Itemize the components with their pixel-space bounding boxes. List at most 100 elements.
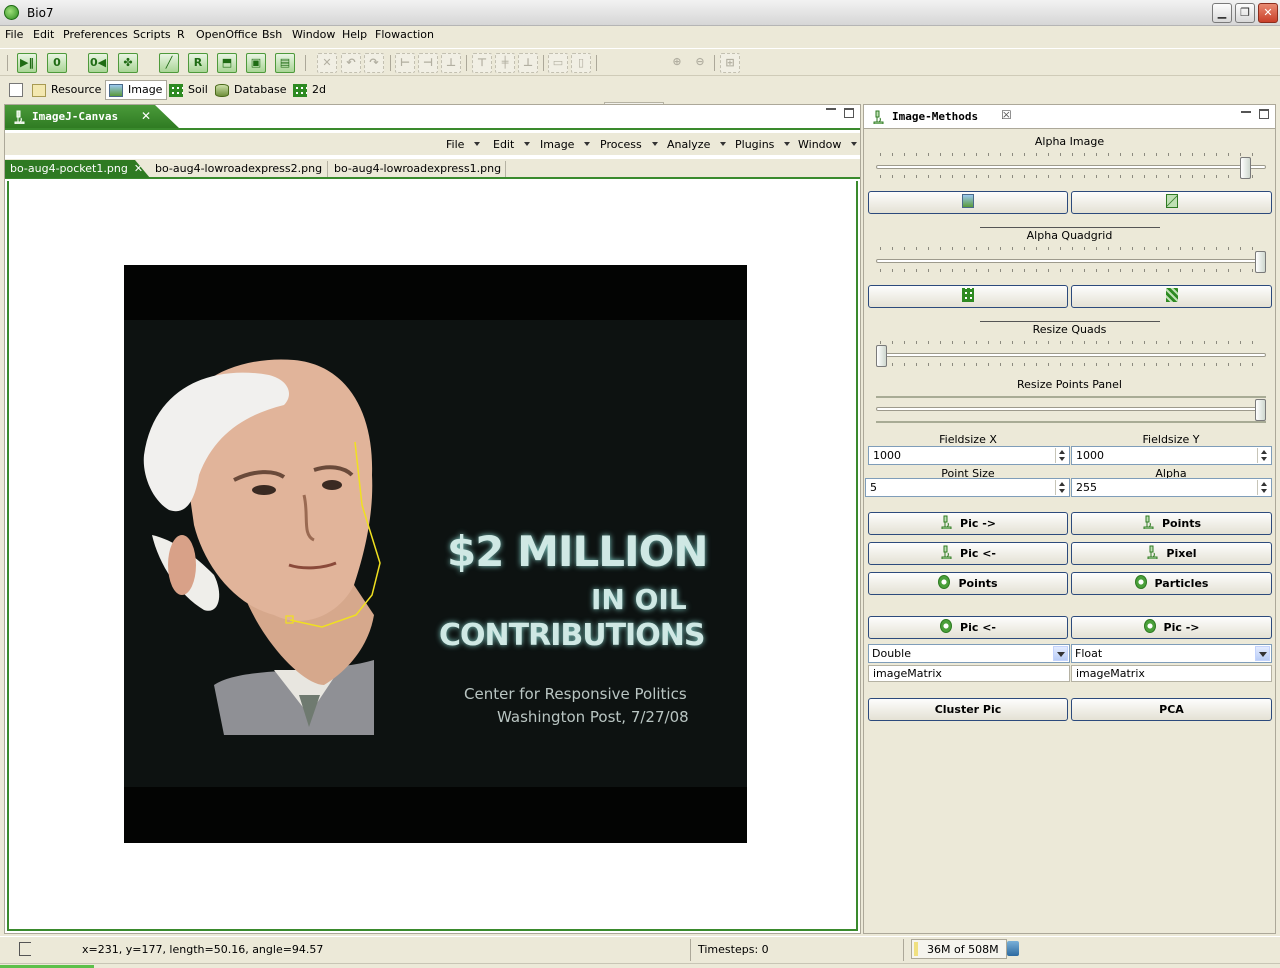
- alpha-spinner[interactable]: 255: [1071, 478, 1272, 497]
- r-zero-icon[interactable]: 0: [47, 53, 67, 73]
- close-icon[interactable]: ✕: [134, 162, 143, 175]
- play-pause-icon[interactable]: ▶‖: [17, 53, 37, 73]
- tab-image-methods[interactable]: Image-Methods ☒: [864, 105, 1275, 129]
- match-height-icon[interactable]: ▭: [548, 53, 568, 73]
- ij-menu-edit[interactable]: Edit: [493, 138, 531, 151]
- ij-menu-window[interactable]: Window: [798, 138, 858, 151]
- resize-points-slider[interactable]: [876, 396, 1266, 423]
- fieldsize-x-spinner[interactable]: 1000: [868, 446, 1070, 465]
- match-width-icon[interactable]: ▯: [571, 53, 591, 73]
- line-icon[interactable]: ╱: [159, 53, 179, 73]
- image-tab-lowroadexpress1[interactable]: bo-aug4-lowroadexpress1.png: [329, 160, 501, 178]
- pca-button[interactable]: PCA: [1071, 698, 1272, 721]
- delete-icon[interactable]: ✕: [317, 53, 337, 73]
- pic-to-button[interactable]: Pic ->: [868, 512, 1068, 535]
- chevron-down-icon[interactable]: [1255, 646, 1270, 661]
- type-right-select[interactable]: Float: [1071, 644, 1272, 663]
- print-icon[interactable]: ▤: [275, 53, 295, 73]
- spinner-arrows-icon[interactable]: [1257, 448, 1270, 463]
- fast-view-icon[interactable]: [19, 942, 31, 956]
- tab-imagej-canvas[interactable]: ImageJ-Canvas ✕: [5, 105, 180, 129]
- zoom-out-icon[interactable]: ⊖: [690, 53, 710, 73]
- matrix-left-field[interactable]: imageMatrix: [868, 665, 1070, 682]
- ij-menu-process[interactable]: Process: [600, 138, 658, 151]
- menu-openoffice[interactable]: OpenOffice: [196, 28, 258, 41]
- show-quadgrid-button[interactable]: [868, 285, 1068, 308]
- menu-window[interactable]: Window: [292, 28, 335, 41]
- menu-r[interactable]: R: [177, 28, 185, 41]
- points-button[interactable]: Points: [1071, 512, 1272, 535]
- trash-icon[interactable]: [1007, 941, 1019, 956]
- slider-thumb[interactable]: [1255, 399, 1266, 421]
- slider-thumb[interactable]: [876, 345, 887, 367]
- menu-flowaction[interactable]: Flowaction: [375, 28, 434, 41]
- image-canvas[interactable]: $2 MILLION IN OIL CONTRIBUTIONS Center f…: [7, 181, 858, 931]
- alpha-quadgrid-slider[interactable]: [876, 247, 1266, 275]
- point-size-spinner[interactable]: 5: [865, 478, 1070, 497]
- r-particles-button[interactable]: Particles: [1071, 572, 1272, 595]
- pixel-button[interactable]: Pixel: [1071, 542, 1272, 565]
- perspective-database[interactable]: Database: [211, 80, 292, 100]
- spinner-arrows-icon[interactable]: [1055, 448, 1068, 463]
- image-tab-pocket1[interactable]: bo-aug4-pocket1.png ✕: [5, 160, 150, 178]
- perspective-2d[interactable]: 2d: [289, 80, 331, 100]
- redo-icon[interactable]: ↷: [364, 53, 384, 73]
- align-bottom-icon[interactable]: ⊥: [518, 53, 538, 73]
- displayed-image[interactable]: $2 MILLION IN OIL CONTRIBUTIONS Center f…: [124, 265, 747, 843]
- menu-preferences[interactable]: Preferences: [63, 28, 128, 41]
- minimize-view-icon[interactable]: [826, 108, 836, 110]
- alpha-image-slider[interactable]: [876, 153, 1266, 181]
- align-right-icon[interactable]: ⊥: [441, 53, 461, 73]
- hide-quadgrid-button[interactable]: [1071, 285, 1272, 308]
- close-icon[interactable]: ☒: [1001, 108, 1012, 122]
- export-icon[interactable]: ⬒: [217, 53, 237, 73]
- maximize-view-icon[interactable]: [844, 108, 854, 118]
- spinner-arrows-icon[interactable]: [1257, 480, 1270, 495]
- save-icon[interactable]: ▣: [246, 53, 266, 73]
- pic-from-button[interactable]: Pic <-: [868, 542, 1068, 565]
- r-pic-from-button[interactable]: Pic <-: [868, 616, 1068, 639]
- align-middle-icon[interactable]: ╪: [495, 53, 515, 73]
- menu-edit[interactable]: Edit: [33, 28, 54, 41]
- spinner-arrows-icon[interactable]: [1055, 480, 1068, 495]
- ij-menu-plugins[interactable]: Plugins: [735, 138, 791, 151]
- r-pic-to-button[interactable]: Pic ->: [1071, 616, 1272, 639]
- matrix-right-field[interactable]: imageMatrix: [1071, 665, 1272, 682]
- r-script-icon[interactable]: R: [188, 53, 208, 73]
- zoom-in-icon[interactable]: ⊕: [667, 53, 687, 73]
- ij-menu-analyze[interactable]: Analyze: [667, 138, 727, 151]
- align-left-icon[interactable]: ⊢: [395, 53, 415, 73]
- chevron-down-icon[interactable]: [1053, 646, 1068, 661]
- slider-thumb[interactable]: [1240, 157, 1251, 179]
- image-tab-lowroadexpress2[interactable]: bo-aug4-lowroadexpress2.png: [150, 160, 322, 178]
- resize-quads-slider[interactable]: [876, 341, 1266, 369]
- maximize-view-icon[interactable]: [1259, 109, 1269, 119]
- slider-thumb[interactable]: [1255, 251, 1266, 273]
- hide-image-button[interactable]: [1071, 191, 1272, 214]
- menu-bsh[interactable]: Bsh: [262, 28, 282, 41]
- minimize-view-icon[interactable]: [1241, 111, 1251, 113]
- type-left-select[interactable]: Double: [868, 644, 1070, 663]
- menu-scripts[interactable]: Scripts: [133, 28, 171, 41]
- menu-help[interactable]: Help: [342, 28, 367, 41]
- step-icon[interactable]: 0◀: [88, 53, 108, 73]
- heap-status[interactable]: 36M of 508M: [911, 939, 1007, 959]
- fieldsize-y-spinner[interactable]: 1000: [1071, 446, 1272, 465]
- perspective-resource[interactable]: Resource: [28, 80, 106, 100]
- minimize-button[interactable]: ▁: [1212, 3, 1232, 23]
- open-perspective-icon[interactable]: [9, 83, 23, 97]
- restore-button[interactable]: ❐: [1235, 3, 1255, 23]
- cluster-pic-button[interactable]: Cluster Pic: [868, 698, 1068, 721]
- close-window-button[interactable]: ✕: [1258, 3, 1278, 23]
- tree-icon[interactable]: ⊞: [720, 53, 740, 73]
- ij-menu-file[interactable]: File: [446, 138, 481, 151]
- undo-icon[interactable]: ↶: [341, 53, 361, 73]
- perspective-image[interactable]: Image: [105, 80, 168, 100]
- close-icon[interactable]: ✕: [141, 109, 151, 123]
- menu-file[interactable]: File: [5, 28, 23, 41]
- ij-menu-image[interactable]: Image: [540, 138, 591, 151]
- align-top-icon[interactable]: ⊤: [472, 53, 492, 73]
- r-points-button[interactable]: Points: [868, 572, 1068, 595]
- align-center-icon[interactable]: ⊣: [418, 53, 438, 73]
- perspective-soil[interactable]: Soil: [165, 80, 213, 100]
